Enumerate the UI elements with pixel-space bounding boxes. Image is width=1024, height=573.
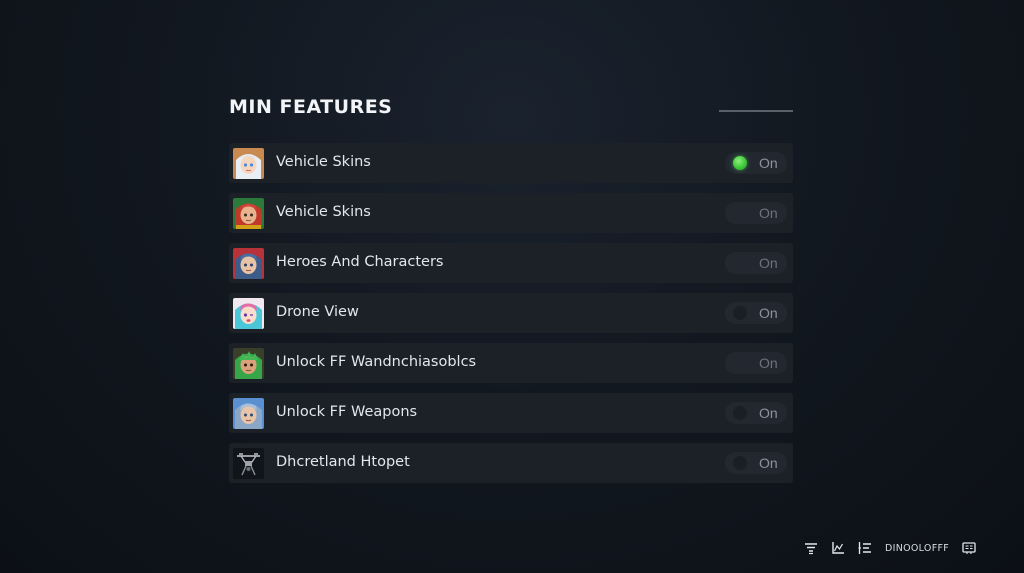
chart-icon[interactable] (831, 541, 845, 555)
feature-row: Unlock FF Weapons On (229, 393, 793, 433)
toggle-status-dot (733, 256, 747, 270)
anime-girl-blue-hair-icon (233, 248, 264, 279)
character-green-hair-icon (233, 348, 264, 379)
username-label[interactable]: DINOOLOFFF (885, 543, 949, 554)
feature-row: Vehicle Skins On (229, 193, 793, 233)
toggle-label: On (759, 355, 778, 371)
title-divider (719, 110, 793, 112)
toggle-label: On (759, 305, 778, 321)
character-blue-hair-icon (233, 398, 264, 429)
toggle-status-dot (733, 406, 747, 420)
toggle-label: On (759, 405, 778, 421)
feature-toggle[interactable]: On (725, 302, 787, 324)
feature-label: Unlock FF Weapons (276, 404, 418, 420)
id-card-icon[interactable] (962, 541, 976, 555)
feature-label: Vehicle Skins (276, 154, 371, 170)
bottom-toolbar: DINOOLOFFF (804, 540, 976, 556)
anime-girl-white-hair-icon (233, 148, 264, 179)
feature-row: Heroes And Characters On (229, 243, 793, 283)
list-icon[interactable] (858, 541, 872, 555)
feature-toggle[interactable]: On (725, 352, 787, 374)
toggle-label: On (759, 155, 778, 171)
toggle-status-dot (733, 456, 747, 470)
feature-toggle[interactable]: On (725, 202, 787, 224)
feature-label: Vehicle Skins (276, 204, 371, 220)
toggle-label: On (759, 255, 778, 271)
toggle-status-dot (733, 206, 747, 220)
feature-row: Unlock FF Wandnchiasoblcs On (229, 343, 793, 383)
drone-icon (233, 448, 264, 479)
anime-girl-red-hair-icon (233, 198, 264, 229)
feature-toggle[interactable]: On (725, 452, 787, 474)
feature-row: Dhcretland Htopet On (229, 443, 793, 483)
feature-label: Unlock FF Wandnchiasoblcs (276, 354, 477, 370)
filter-icon[interactable] (804, 541, 818, 555)
features-panel: MIN FEATURES Vehicle Skins On Vehicle Sk… (229, 92, 793, 493)
feature-row: Drone View On (229, 293, 793, 333)
feature-toggle[interactable]: On (725, 252, 787, 274)
feature-label: Dhcretland Htopet (276, 454, 410, 470)
feature-label: Heroes And Characters (276, 254, 444, 270)
toggle-status-dot (733, 156, 747, 170)
feature-row: Vehicle Skins On (229, 143, 793, 183)
toggle-status-dot (733, 306, 747, 320)
toggle-label: On (759, 205, 778, 221)
panel-header: MIN FEATURES (229, 92, 793, 132)
page-title: MIN FEATURES (229, 96, 393, 118)
feature-toggle[interactable]: On (725, 402, 787, 424)
toggle-status-dot (733, 356, 747, 370)
toggle-label: On (759, 455, 778, 471)
feature-list: Vehicle Skins On Vehicle Skins On Heroes… (229, 143, 793, 483)
anime-girl-cyan-hair-icon (233, 298, 264, 329)
feature-label: Drone View (276, 304, 359, 320)
feature-toggle[interactable]: On (725, 152, 787, 174)
